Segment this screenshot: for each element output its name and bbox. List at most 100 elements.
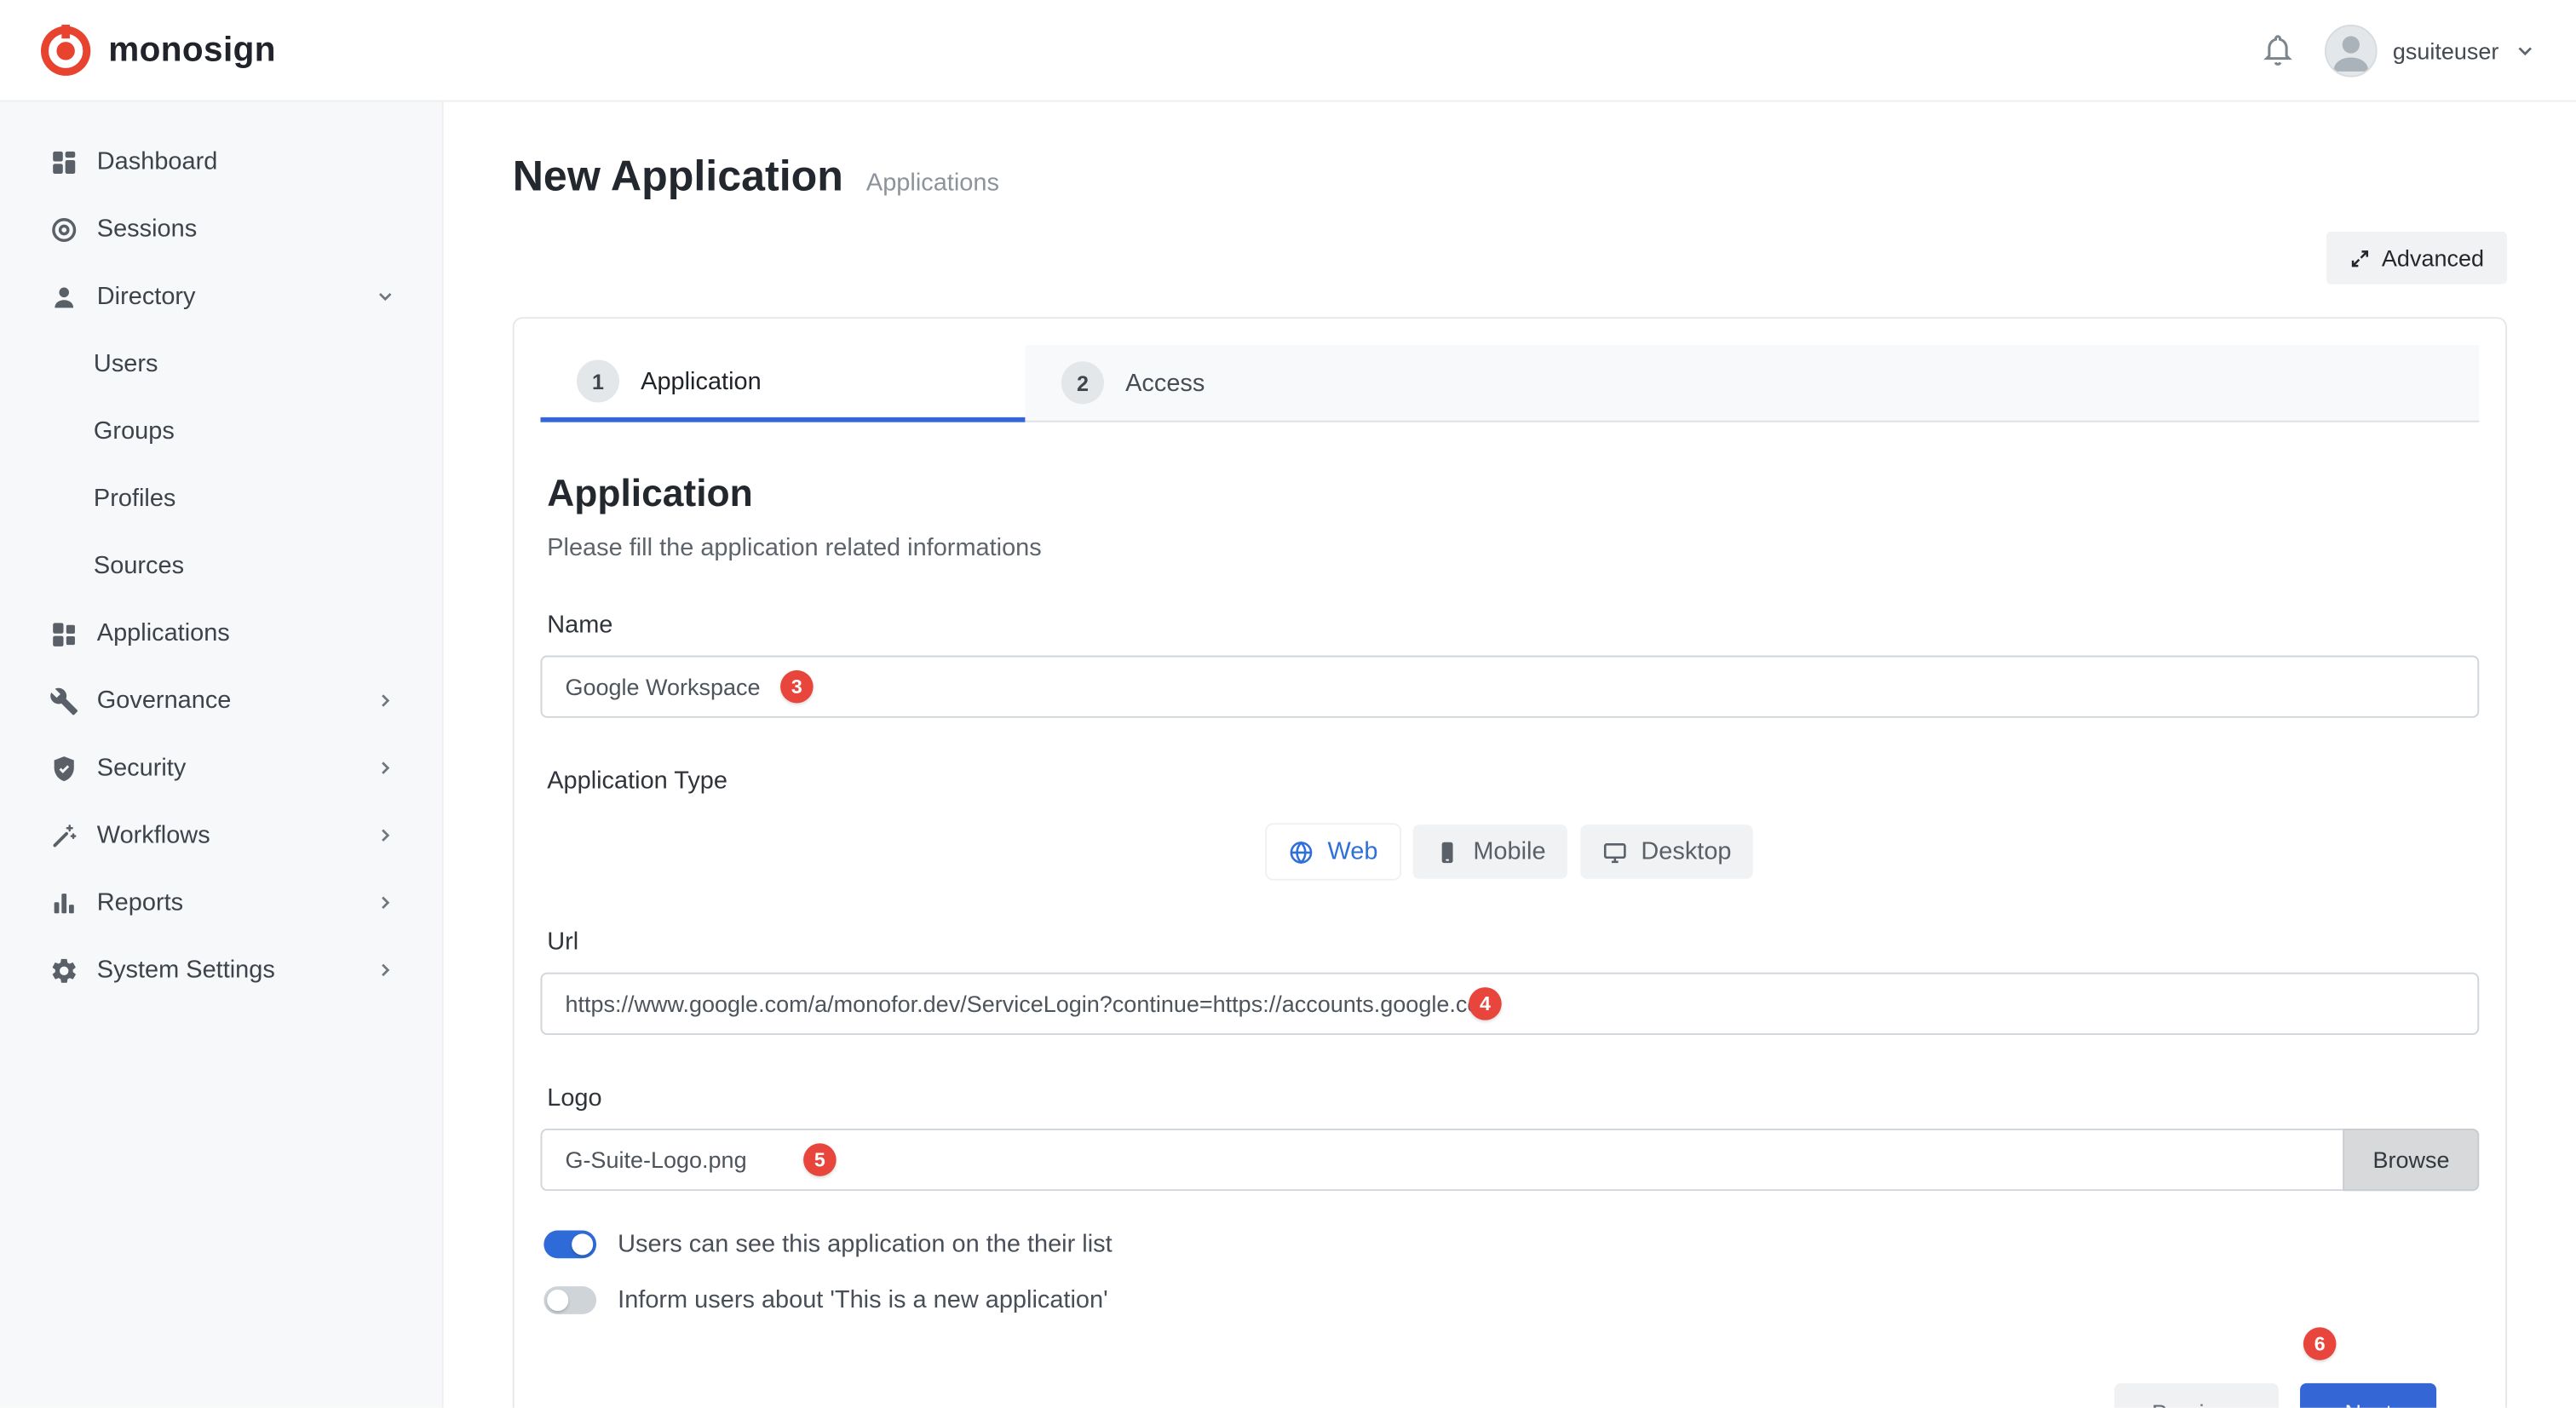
sidebar-item-profiles[interactable]: Profiles [0,465,442,532]
sidebar-item-workflows[interactable]: Workflows [0,802,442,869]
mobile-icon [1434,839,1460,865]
tab-label: Access [1125,369,1205,397]
advanced-button-label: Advanced [2382,244,2484,271]
user-avatar [2326,24,2378,77]
annotation-badge-5: 5 [803,1143,837,1176]
desktop-icon [1601,839,1628,865]
sidebar-item-label: Security [97,754,187,782]
sidebar-item-reports[interactable]: Reports [0,869,442,936]
toggle-knob [572,1233,593,1255]
logo-field-label: Logo [547,1084,2472,1112]
next-button[interactable]: Next [2300,1383,2436,1408]
sessions-icon [49,215,79,244]
notifications-bell-icon[interactable] [2262,33,2297,68]
directory-person-icon [49,282,79,312]
inform-users-toggle[interactable] [543,1286,596,1314]
tab-access[interactable]: 2 Access [1025,345,2479,422]
annotation-badge-3: 3 [780,670,814,704]
chevron-right-icon [375,825,396,846]
toggle-row-inform: Inform users about 'This is a new applic… [541,1286,2480,1314]
sidebar-item-groups[interactable]: Groups [0,398,442,465]
user-name: gsuiteuser [2393,37,2499,63]
sidebar-item-label: Dashboard [97,148,218,176]
sidebar-item-sources[interactable]: Sources [0,532,442,600]
chevron-right-icon [375,959,396,980]
name-field-label: Name [547,611,2472,639]
advanced-button[interactable]: Advanced [2326,232,2507,284]
sidebar-item-security[interactable]: Security [0,734,442,802]
sidebar-item-label: Groups [94,417,175,445]
type-option-desktop[interactable]: Desktop [1580,825,1753,879]
brand-name: monosign [108,31,276,70]
tab-number: 2 [1061,361,1104,404]
reports-bar-chart-icon [49,888,79,917]
sidebar-item-sessions[interactable]: Sessions [0,196,442,263]
toggle-label: Users can see this application on the th… [618,1231,1113,1259]
chevron-right-icon [375,757,396,779]
previous-button[interactable]: Previous [2114,1383,2280,1408]
annotation-badge-6: 6 [2303,1327,2337,1360]
new-application-card: 1 Application 2 Access Application Pleas… [513,317,2507,1408]
governance-tools-icon [49,686,79,715]
main-content: New Application Applications Advanced 1 … [444,102,2576,1408]
avatar-person-icon [2327,26,2377,75]
logo-file-input-group: 5 Browse [541,1129,2480,1191]
sidebar-item-label: Workflows [97,821,210,849]
application-name-input[interactable] [541,656,2480,718]
toggle-knob [547,1290,568,1311]
breadcrumb: Applications [866,170,999,198]
chevron-down-icon [2514,38,2537,61]
gear-icon [49,955,79,985]
app-root: monosign gsuiteuser [0,0,2576,1408]
workflows-wand-icon [49,820,79,850]
page-title: New Application [513,151,843,202]
top-header: monosign gsuiteuser [0,0,2576,102]
brand-logo[interactable]: monosign [39,24,276,77]
application-type-selector: Web Mobile Desktop [1267,825,1752,879]
toggle-label: Inform users about 'This is a new applic… [618,1286,1107,1314]
type-option-mobile[interactable]: Mobile [1412,825,1567,879]
sidebar-item-governance[interactable]: Governance [0,667,442,734]
sidebar-item-label: Reports [97,888,183,917]
sidebar-item-label: Governance [97,687,232,715]
type-option-label: Mobile [1473,838,1545,866]
sidebar-item-system-settings[interactable]: System Settings [0,936,442,1003]
user-menu[interactable]: gsuiteuser [2326,24,2537,77]
sidebar-item-directory[interactable]: Directory [0,263,442,330]
tab-application[interactable]: 1 Application [541,345,1026,422]
sidebar-item-label: Applications [97,619,230,647]
chevron-right-icon [375,892,396,913]
tab-label: Application [641,367,762,395]
wizard-footer: 6 Previous Next [541,1383,2437,1408]
tab-number: 1 [577,359,619,402]
sidebar-item-applications[interactable]: Applications [0,600,442,667]
toggle-row-visibility: Users can see this application on the th… [541,1231,2480,1259]
sidebar-item-users[interactable]: Users [0,330,442,398]
chevron-down-icon [375,286,396,307]
sidebar: Dashboard Sessions Directory Users Group… [0,102,444,1408]
monosign-logo-icon [39,24,92,77]
section-subtitle: Please fill the application related info… [547,534,2472,562]
dashboard-icon [49,147,79,177]
wizard-tabs: 1 Application 2 Access [541,345,2480,422]
globe-icon [1288,839,1314,865]
users-can-see-toggle[interactable] [543,1231,596,1259]
sidebar-item-dashboard[interactable]: Dashboard [0,128,442,195]
annotation-badge-4: 4 [1469,987,1502,1020]
type-option-label: Web [1327,838,1377,866]
sidebar-item-label: System Settings [97,956,275,984]
url-field-label: Url [547,928,2472,957]
sidebar-item-label: Users [94,350,158,378]
application-type-label: Application Type [547,767,2472,796]
expand-arrows-icon [2349,247,2370,268]
security-shield-icon [49,753,79,783]
chevron-right-icon [375,690,396,711]
browse-button[interactable]: Browse [2343,1129,2479,1191]
sidebar-item-label: Sessions [97,216,197,244]
type-option-web[interactable]: Web [1267,825,1399,879]
application-url-input[interactable] [541,973,2480,1035]
sidebar-item-label: Directory [97,283,196,311]
section-title: Application [547,472,2472,516]
sidebar-item-label: Profiles [94,485,175,513]
applications-icon [49,618,79,648]
